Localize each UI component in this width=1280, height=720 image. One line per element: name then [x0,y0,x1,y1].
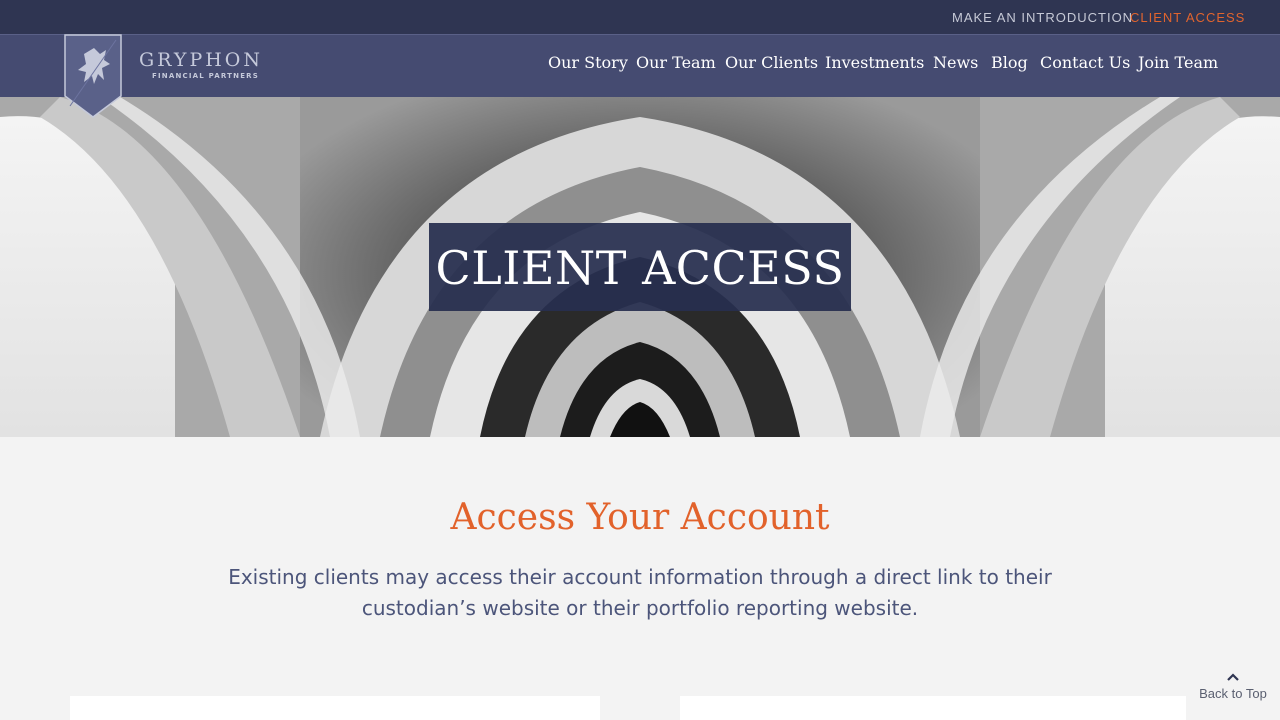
nav-our-clients[interactable]: Our Clients [725,53,818,72]
nav-join-team[interactable]: Join Team [1138,53,1218,72]
nav-our-team[interactable]: Our Team [636,53,716,72]
section-heading: Access Your Account [450,497,830,538]
chevron-up-icon [1227,673,1239,681]
utility-bar: MAKE AN INTRODUCTION CLIENT ACCESS [0,0,1280,34]
custodian-card[interactable] [70,696,600,720]
nav-our-story[interactable]: Our Story [548,53,628,72]
back-to-top-button[interactable]: Back to Top [1198,666,1268,701]
brand-name[interactable]: GRYPHON [139,49,263,71]
make-an-introduction-link[interactable]: MAKE AN INTRODUCTION [952,10,1133,25]
hero-banner: CLIENT ACCESS [0,97,1280,437]
nav-blog[interactable]: Blog [991,53,1028,72]
hero-title: CLIENT ACCESS [435,241,845,295]
section-description: Existing clients may access their accoun… [228,565,1052,620]
back-to-top-label: Back to Top [1199,686,1267,701]
hero-title-box: CLIENT ACCESS [429,223,851,311]
portfolio-reporting-card[interactable] [680,696,1186,720]
nav-news[interactable]: News [933,53,978,72]
brand-tagline: FINANCIAL PARTNERS [152,72,260,80]
nav-contact-us[interactable]: Contact Us [1040,53,1130,72]
gryphon-logo-icon[interactable] [64,34,122,118]
nav-investments[interactable]: Investments [825,53,924,72]
client-access-link[interactable]: CLIENT ACCESS [1130,10,1245,25]
